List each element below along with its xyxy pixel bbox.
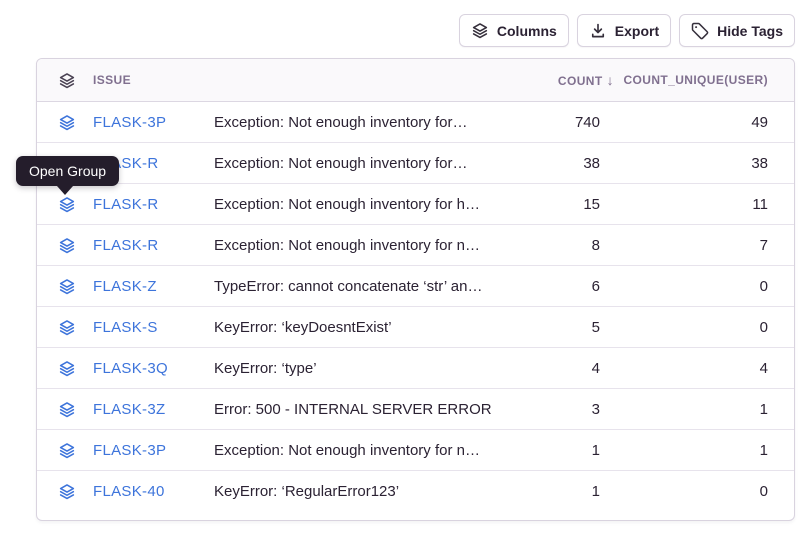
layers-icon — [471, 22, 489, 39]
issue-count: 8 — [512, 237, 600, 254]
issue-link[interactable]: FLASK-S — [93, 319, 158, 336]
hide-tags-button-label: Hide Tags — [717, 23, 783, 39]
columns-button[interactable]: Columns — [459, 14, 569, 47]
issue-link[interactable]: FLASK-R — [93, 237, 158, 254]
issue-description: Exception: Not enough inventory for h… — [214, 196, 512, 213]
issue-link[interactable]: FLASK-R — [93, 196, 158, 213]
issue-description: Exception: Not enough inventory for n… — [214, 237, 512, 254]
issue-description: KeyError: ‘RegularError123’ — [214, 483, 512, 500]
export-button[interactable]: Export — [577, 14, 671, 47]
header-layers-icon — [37, 72, 93, 89]
issue-stack-icon[interactable] — [58, 360, 76, 377]
issue-count-unique: 0 — [600, 483, 768, 500]
table-row: FLASK-3Z Error: 500 - INTERNAL SERVER ER… — [37, 389, 794, 430]
issue-count: 1 — [512, 483, 600, 500]
table-row: FLASK-R Exception: Not enough inventory … — [37, 184, 794, 225]
toolbar: Columns Export Hide Tags — [459, 14, 795, 47]
table-row: FLASK-R Exception: Not enough inventory … — [37, 143, 794, 184]
issue-count-unique: 49 — [600, 114, 768, 131]
issue-stack-icon[interactable] — [58, 196, 76, 213]
results-table: ISSUE COUNT↓ COUNT_UNIQUE(USER) FLASK-3P… — [36, 58, 795, 521]
open-group-tooltip: Open Group — [16, 156, 119, 186]
table-row: FLASK-40 KeyError: ‘RegularError123’ 1 0 — [37, 471, 794, 512]
table-body: FLASK-3P Exception: Not enough inventory… — [37, 102, 794, 512]
issue-stack-icon[interactable] — [58, 401, 76, 418]
issue-count-unique: 1 — [600, 442, 768, 459]
open-group-tooltip-label: Open Group — [29, 163, 106, 179]
column-header-count[interactable]: COUNT↓ — [512, 72, 600, 88]
table-row: FLASK-3P Exception: Not enough inventory… — [37, 430, 794, 471]
issue-count-unique: 0 — [600, 278, 768, 295]
issue-count: 15 — [512, 196, 600, 213]
issue-count-unique: 0 — [600, 319, 768, 336]
table-row: FLASK-S KeyError: ‘keyDoesntExist’ 5 0 — [37, 307, 794, 348]
table-row: FLASK-3Q KeyError: ‘type’ 4 4 — [37, 348, 794, 389]
table-row: FLASK-Z TypeError: cannot concatenate ‘s… — [37, 266, 794, 307]
issue-description: Error: 500 - INTERNAL SERVER ERROR — [214, 401, 512, 418]
table-row: FLASK-3P Exception: Not enough inventory… — [37, 102, 794, 143]
hide-tags-button[interactable]: Hide Tags — [679, 14, 795, 47]
issue-stack-icon[interactable] — [58, 278, 76, 295]
issue-count: 6 — [512, 278, 600, 295]
issue-link[interactable]: FLASK-3Z — [93, 401, 165, 418]
issue-description: Exception: Not enough inventory for… — [214, 155, 512, 172]
issue-count: 38 — [512, 155, 600, 172]
issue-link[interactable]: FLASK-3P — [93, 114, 166, 131]
issue-count-unique: 38 — [600, 155, 768, 172]
issue-description: KeyError: ‘keyDoesntExist’ — [214, 319, 512, 336]
export-button-label: Export — [615, 23, 659, 39]
issue-description: Exception: Not enough inventory for… — [214, 114, 512, 131]
issue-stack-icon[interactable] — [58, 114, 76, 131]
issue-count: 4 — [512, 360, 600, 377]
table-header: ISSUE COUNT↓ COUNT_UNIQUE(USER) — [37, 59, 794, 102]
issue-count: 740 — [512, 114, 600, 131]
issue-description: Exception: Not enough inventory for n… — [214, 442, 512, 459]
issue-stack-icon[interactable] — [58, 442, 76, 459]
issue-count-unique: 4 — [600, 360, 768, 377]
download-icon — [589, 22, 607, 40]
issue-count-unique: 7 — [600, 237, 768, 254]
issue-count: 5 — [512, 319, 600, 336]
issue-count-unique: 1 — [600, 401, 768, 418]
tag-icon — [691, 22, 709, 40]
column-header-issue: ISSUE — [93, 73, 214, 87]
issue-stack-icon[interactable] — [58, 483, 76, 500]
issue-link[interactable]: FLASK-40 — [93, 483, 165, 500]
issue-count: 1 — [512, 442, 600, 459]
issue-count-unique: 11 — [600, 196, 768, 213]
issue-count: 3 — [512, 401, 600, 418]
issue-link[interactable]: FLASK-Z — [93, 278, 157, 295]
column-header-count-unique[interactable]: COUNT_UNIQUE(USER) — [600, 73, 768, 87]
issue-stack-icon[interactable] — [58, 237, 76, 254]
issue-link[interactable]: FLASK-3Q — [93, 360, 168, 377]
issue-description: KeyError: ‘type’ — [214, 360, 512, 377]
columns-button-label: Columns — [497, 23, 557, 39]
table-row: FLASK-R Exception: Not enough inventory … — [37, 225, 794, 266]
issue-stack-icon[interactable] — [58, 319, 76, 336]
issue-description: TypeError: cannot concatenate ‘str’ an… — [214, 278, 512, 295]
issue-link[interactable]: FLASK-3P — [93, 442, 166, 459]
